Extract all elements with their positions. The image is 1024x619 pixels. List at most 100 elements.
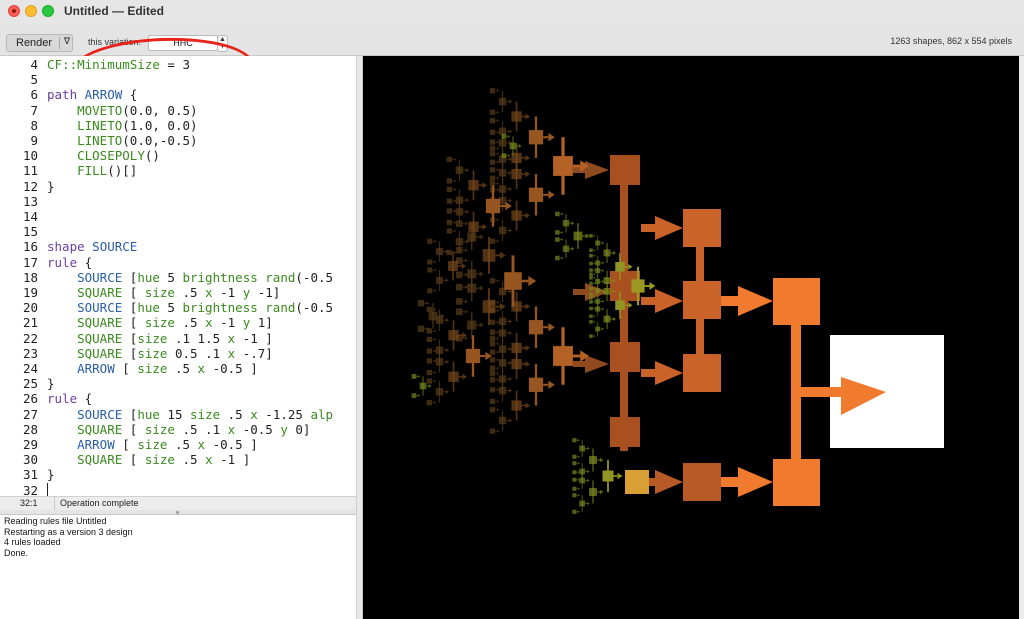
square-shape	[411, 374, 417, 379]
arrow-stem	[592, 269, 595, 271]
square-shape	[426, 336, 433, 343]
arrow-stem	[462, 286, 465, 288]
code-line[interactable]: 7 MOVETO(0.0, 0.5)	[0, 103, 356, 118]
code-line[interactable]: 17 rule {	[0, 255, 356, 270]
line-number: 20	[22, 300, 38, 316]
arrow-head	[585, 161, 609, 179]
close-window-button[interactable]	[8, 5, 20, 17]
render-menu-icon[interactable]: ∇	[64, 36, 70, 47]
code-line[interactable]: 30 SQUARE [ size .5 x -1 ]	[0, 452, 356, 467]
arrow-stem	[495, 153, 498, 155]
connector-bar	[515, 291, 518, 322]
arrow-head	[497, 146, 500, 150]
pane-divider[interactable]	[356, 56, 363, 619]
arrow-stem	[463, 199, 466, 201]
connector-bar	[534, 174, 538, 216]
square-shape	[589, 292, 593, 296]
arrow-head	[482, 223, 488, 230]
square-shape	[489, 145, 496, 152]
arrow-stem	[592, 273, 595, 275]
code-line[interactable]: 31}	[0, 467, 356, 482]
code-line[interactable]: 24 ARROW [ size .5 x -0.5 ]	[0, 361, 356, 376]
arrow-stem	[432, 350, 434, 352]
line-number: 13	[22, 193, 38, 209]
code-line[interactable]: 25}	[0, 376, 356, 391]
connector-bar	[606, 281, 608, 302]
line-number: 28	[22, 421, 38, 437]
code-text: MOVETO(0.0, 0.5)	[77, 102, 198, 118]
code-line[interactable]: 12}	[0, 179, 356, 194]
code-line[interactable]: 20 SOURCE [hue 5 brightness rand(-0.5	[0, 300, 356, 315]
arrow-stem	[457, 265, 462, 267]
connector-bar	[577, 223, 579, 249]
code-editor[interactable]: 4 CF::MinimumSize = 3 5 6 path ARROW {7 MOVE…	[0, 56, 356, 496]
arrow-head	[571, 246, 575, 251]
arrow-head	[525, 113, 531, 120]
square-shape	[427, 259, 433, 265]
square-shape	[589, 276, 593, 280]
arrow-head	[587, 501, 590, 506]
code-line[interactable]: 11 FILL()[]	[0, 163, 356, 178]
arrow-head	[433, 329, 437, 333]
code-line[interactable]: 6 path ARROW {	[0, 87, 356, 102]
square-shape	[455, 220, 463, 227]
code-line[interactable]: 18 SOURCE [hue 5 brightness rand(-0.5	[0, 270, 356, 285]
code-line[interactable]: 13	[0, 194, 356, 209]
arrow-head	[464, 221, 468, 226]
arrow-stem	[573, 289, 587, 295]
arrow-stem	[610, 290, 613, 292]
code-line[interactable]: 5	[0, 72, 356, 87]
connector-bar	[597, 321, 599, 337]
square-shape	[555, 237, 560, 242]
arrow-stem	[624, 304, 629, 306]
arrow-stem	[452, 189, 454, 190]
code-line[interactable]: 16 shape SOURCE	[0, 239, 356, 254]
square-shape	[683, 209, 721, 247]
render-canvas[interactable]	[363, 56, 1019, 619]
arrow-stem	[495, 409, 498, 411]
arrow-stem	[600, 281, 602, 282]
line-number: 22	[22, 330, 38, 346]
arrow-stem	[573, 361, 587, 367]
code-line[interactable]: 23 SQUARE [size 0.5 .1 x -.7]	[0, 346, 356, 361]
arrow-stem	[506, 155, 509, 156]
arrow-head	[655, 470, 683, 494]
arrow-stem	[521, 214, 526, 217]
code-line[interactable]: 26 rule {	[0, 391, 356, 406]
arrow-stem	[576, 488, 578, 490]
render-button[interactable]: Render ∇	[6, 34, 73, 52]
code-line[interactable]: 29 ARROW [ size .5 x -0.5 ]	[0, 437, 356, 452]
connector-bar	[511, 255, 515, 307]
square-shape	[589, 281, 593, 286]
code-line[interactable]: 27 SOURCE [hue 15 size .5 x -1.25 alp	[0, 407, 356, 422]
square-shape	[455, 246, 463, 254]
arrow-head	[655, 289, 683, 313]
code-line[interactable]: 22 SQUARE [size .1 1.5 x -1 ]	[0, 331, 356, 346]
zoom-window-button[interactable]	[42, 5, 54, 17]
code-line[interactable]: 28 SQUARE [ size .5 .1 x -0.5 y 0]	[0, 422, 356, 437]
square-shape	[489, 398, 496, 405]
code-text: }	[47, 467, 55, 483]
code-line[interactable]: 19 SQUARE [ size .5 x -1 y -1]	[0, 285, 356, 300]
code-line[interactable]: 15	[0, 224, 356, 239]
arrow-stem	[592, 308, 595, 309]
code-line[interactable]: 4 CF::MinimumSize = 3	[0, 57, 356, 72]
code-line[interactable]: 21 SQUARE [ size .5 x -1 y 1]	[0, 315, 356, 330]
arrow-head	[497, 309, 500, 313]
arrow-head	[525, 402, 531, 409]
arrow-head	[508, 418, 513, 423]
minimize-window-button[interactable]	[25, 5, 37, 17]
arrow-head	[464, 336, 468, 341]
square-shape	[555, 255, 560, 261]
arrow-head	[445, 348, 450, 353]
square-shape	[489, 175, 496, 181]
code-line[interactable]: 10 CLOSEPOLY()	[0, 148, 356, 163]
code-line[interactable]: 8 LINETO(1.0, 0.0)	[0, 118, 356, 133]
arrow-head	[594, 234, 596, 237]
arrow-stem	[495, 337, 498, 339]
code-line[interactable]: 32	[0, 483, 356, 496]
code-line[interactable]: 9 LINETO(0.0,-0.5)	[0, 133, 356, 148]
arrow-head	[500, 251, 506, 260]
code-line[interactable]: 14	[0, 209, 356, 224]
arrow-stem	[506, 332, 509, 334]
